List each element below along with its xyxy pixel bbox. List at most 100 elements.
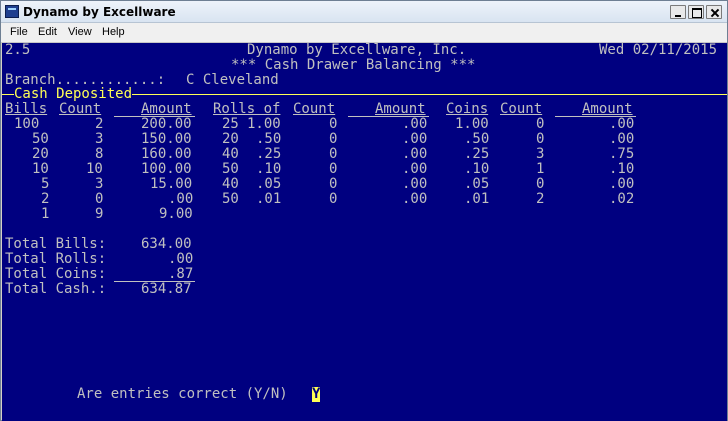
- title-bar[interactable]: Dynamo by Excellware: [1, 1, 727, 23]
- bill-denomination: 5: [41, 176, 50, 192]
- bill-count[interactable]: 3: [95, 132, 103, 147]
- coin-denomination: .01: [464, 191, 490, 207]
- menu-help[interactable]: Help: [102, 26, 125, 38]
- total-cash-value: 634.87: [141, 281, 192, 297]
- coin-denomination: .25: [464, 146, 490, 162]
- bill-denomination: 20: [32, 146, 49, 162]
- col-rolls-of: Rolls of: [213, 101, 281, 117]
- screen-title: *** Cash Drawer Balancing ***: [231, 57, 476, 73]
- total-bills-label: Total Bills:: [5, 236, 107, 252]
- roll-denomination: .50: [256, 131, 282, 147]
- col-bill-amount: Amount: [141, 101, 192, 117]
- roll-count[interactable]: 0: [329, 192, 337, 207]
- company-name: Dynamo by Excellware, Inc.: [247, 43, 467, 58]
- bill-amount: 200.00: [141, 116, 192, 132]
- bill-count[interactable]: 8: [95, 147, 103, 162]
- confirm-answer-input[interactable]: Y: [312, 387, 321, 402]
- close-button[interactable]: [706, 5, 722, 19]
- col-coin-amount: Amount: [582, 101, 633, 117]
- bill-count[interactable]: 2: [95, 117, 103, 132]
- roll-denomination: .05: [256, 176, 282, 192]
- roll-denomination: .01: [256, 191, 282, 207]
- menu-edit[interactable]: Edit: [38, 26, 57, 38]
- total-coins-label: Total Coins:: [5, 266, 107, 282]
- terminal-app-icon[interactable]: [5, 5, 19, 18]
- total-bills-value: 634.00: [141, 236, 192, 252]
- bill-count[interactable]: 3: [95, 177, 103, 192]
- total-rolls-value: .00: [168, 251, 194, 267]
- roll-amount: .00: [402, 191, 428, 207]
- roll-amount: .00: [402, 161, 428, 177]
- roll-count[interactable]: 0: [329, 132, 337, 147]
- app-window: Dynamo by Excellware File Edit View Help…: [0, 0, 728, 421]
- current-date: Wed 02/11/2015: [599, 43, 718, 58]
- bill-amount: .00: [168, 191, 194, 207]
- roll-count[interactable]: 0: [329, 147, 337, 162]
- coin-denomination: .05: [464, 176, 490, 192]
- bill-amount: 9.00: [159, 206, 193, 222]
- col-coin-count: Count: [500, 101, 543, 117]
- menu-view[interactable]: View: [68, 26, 92, 38]
- coin-count[interactable]: 3: [536, 147, 544, 162]
- roll-amount: .00: [402, 176, 428, 192]
- total-rolls-label: Total Rolls:: [5, 251, 107, 267]
- col-roll-count: Count: [293, 101, 336, 117]
- maximize-button[interactable]: [688, 5, 704, 19]
- coin-denomination: .10: [464, 161, 490, 177]
- minimize-button[interactable]: [670, 5, 686, 19]
- col-coins: Coins: [446, 101, 489, 117]
- section-title: Cash Deposited: [14, 86, 133, 102]
- coin-amount: .75: [609, 146, 635, 162]
- bill-denomination: 100: [14, 116, 40, 132]
- col-bill-count: Count: [59, 101, 102, 117]
- col-roll-amount: Amount: [375, 101, 426, 117]
- bill-denomination: 50: [32, 131, 49, 147]
- bill-amount: 150.00: [141, 131, 192, 147]
- roll-quantity: 50: [222, 161, 239, 177]
- bill-count[interactable]: 0: [95, 192, 103, 207]
- coin-amount: .00: [609, 131, 635, 147]
- bill-count[interactable]: 9: [95, 207, 103, 222]
- roll-quantity: 50: [222, 191, 239, 207]
- roll-count[interactable]: 0: [329, 117, 337, 132]
- coin-count[interactable]: 1: [536, 162, 544, 177]
- menu-bar: File Edit View Help: [1, 23, 727, 43]
- roll-denomination: .25: [256, 146, 282, 162]
- total-coins-value: .87: [168, 266, 194, 282]
- coin-denomination: 1.00: [455, 116, 489, 132]
- roll-amount: .00: [402, 131, 428, 147]
- roll-amount: .00: [402, 116, 428, 132]
- coin-count[interactable]: 2: [536, 192, 544, 207]
- coin-count[interactable]: 0: [536, 177, 544, 192]
- total-cash-label: Total Cash.:: [5, 281, 107, 297]
- bill-amount: 100.00: [141, 161, 192, 177]
- roll-quantity: 40: [222, 176, 239, 192]
- roll-quantity: 40: [222, 146, 239, 162]
- version-label: 2.5: [5, 43, 31, 58]
- menu-file[interactable]: File: [10, 26, 28, 38]
- bill-denomination: 10: [32, 161, 49, 177]
- roll-quantity: 25: [222, 116, 239, 132]
- window-title: Dynamo by Excellware: [23, 5, 176, 19]
- roll-count[interactable]: 0: [329, 177, 337, 192]
- roll-quantity: 20: [222, 131, 239, 147]
- coin-count[interactable]: 0: [536, 117, 544, 132]
- bill-denomination: 2: [41, 191, 50, 207]
- terminal-screen[interactable]: 2.5 Dynamo by Excellware, Inc. Wed 02/11…: [2, 43, 727, 421]
- bill-amount: 160.00: [141, 146, 192, 162]
- confirm-prompt: Are entries correct (Y/N): [77, 386, 288, 402]
- bill-count[interactable]: 10: [86, 162, 103, 177]
- coin-denomination: .50: [464, 131, 490, 147]
- bill-denomination: 1: [41, 206, 50, 222]
- roll-count[interactable]: 0: [329, 162, 337, 177]
- roll-amount: .00: [402, 146, 428, 162]
- roll-denomination: .10: [256, 161, 282, 177]
- coin-amount: .10: [609, 161, 635, 177]
- col-bills: Bills: [5, 101, 48, 117]
- coin-amount: .02: [609, 191, 635, 207]
- coin-amount: .00: [609, 176, 635, 192]
- coin-count[interactable]: 0: [536, 132, 544, 147]
- coin-amount: .00: [609, 116, 635, 132]
- branch-value: C Cleveland: [186, 72, 279, 88]
- roll-denomination: 1.00: [247, 116, 281, 132]
